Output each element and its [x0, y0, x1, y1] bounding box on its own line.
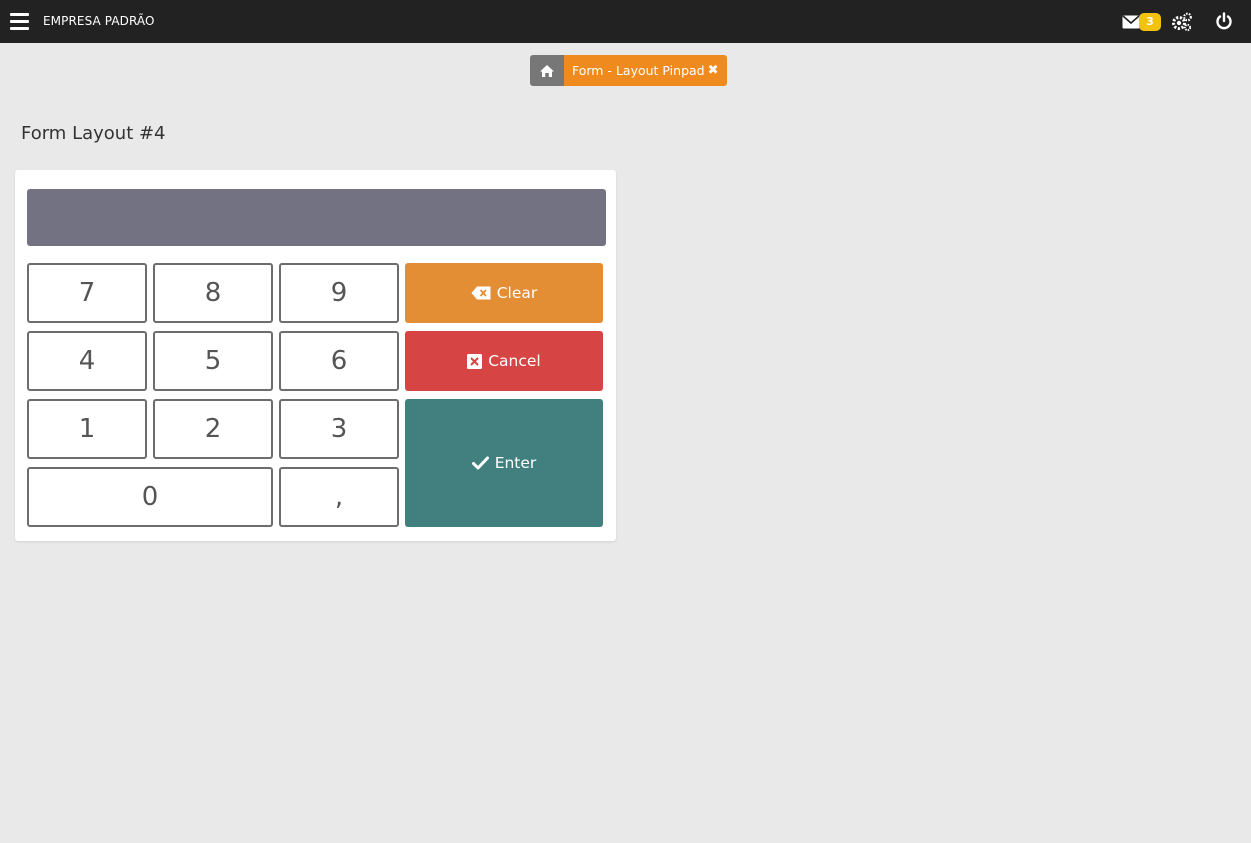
key-8[interactable]: 8	[153, 263, 273, 323]
key-2[interactable]: 2	[153, 399, 273, 459]
key-3[interactable]: 3	[279, 399, 399, 459]
backspace-icon	[471, 286, 491, 300]
menu-icon[interactable]	[10, 13, 29, 30]
key-6[interactable]: 6	[279, 331, 399, 391]
settings-button[interactable]	[1171, 12, 1193, 36]
page-title: Form Layout #4	[21, 123, 166, 144]
key-5[interactable]: 5	[153, 331, 273, 391]
pinpad-display	[27, 189, 606, 246]
cancel-label: Cancel	[488, 352, 541, 370]
cancel-square-icon	[467, 353, 483, 369]
breadcrumb-tab-layout-pinpad[interactable]: Form - Layout Pinpad ✖	[564, 55, 727, 86]
close-icon[interactable]: ✖	[708, 63, 719, 78]
company-name: EMPRESA PADRÃO	[43, 14, 155, 28]
key-9[interactable]: 9	[279, 263, 399, 323]
top-navbar: EMPRESA PADRÃO 3	[0, 0, 1251, 43]
check-icon	[471, 456, 489, 470]
enter-button[interactable]: Enter	[405, 399, 603, 527]
messages-button[interactable]: 3	[1122, 13, 1162, 33]
home-icon	[540, 64, 554, 77]
key-0[interactable]: 0	[27, 467, 273, 527]
cancel-button[interactable]: Cancel	[405, 331, 603, 391]
clear-label: Clear	[496, 284, 538, 302]
breadcrumb: Form - Layout Pinpad ✖	[530, 55, 727, 86]
pinpad-card: 7 8 9 4 5 6 1 2 3 0 , Clear Cancel Enter	[15, 170, 616, 541]
breadcrumb-home[interactable]	[530, 55, 564, 86]
breadcrumb-tab-label: Form - Layout Pinpad	[572, 63, 705, 78]
key-1[interactable]: 1	[27, 399, 147, 459]
clear-button[interactable]: Clear	[405, 263, 603, 323]
gears-icon	[1172, 12, 1192, 32]
mail-count-badge: 3	[1139, 13, 1161, 31]
key-7[interactable]: 7	[27, 263, 147, 323]
enter-label: Enter	[494, 454, 537, 472]
logout-button[interactable]	[1215, 12, 1233, 35]
envelope-icon	[1122, 15, 1140, 29]
key-4[interactable]: 4	[27, 331, 147, 391]
power-icon	[1216, 12, 1232, 30]
key-comma[interactable]: ,	[279, 467, 399, 527]
